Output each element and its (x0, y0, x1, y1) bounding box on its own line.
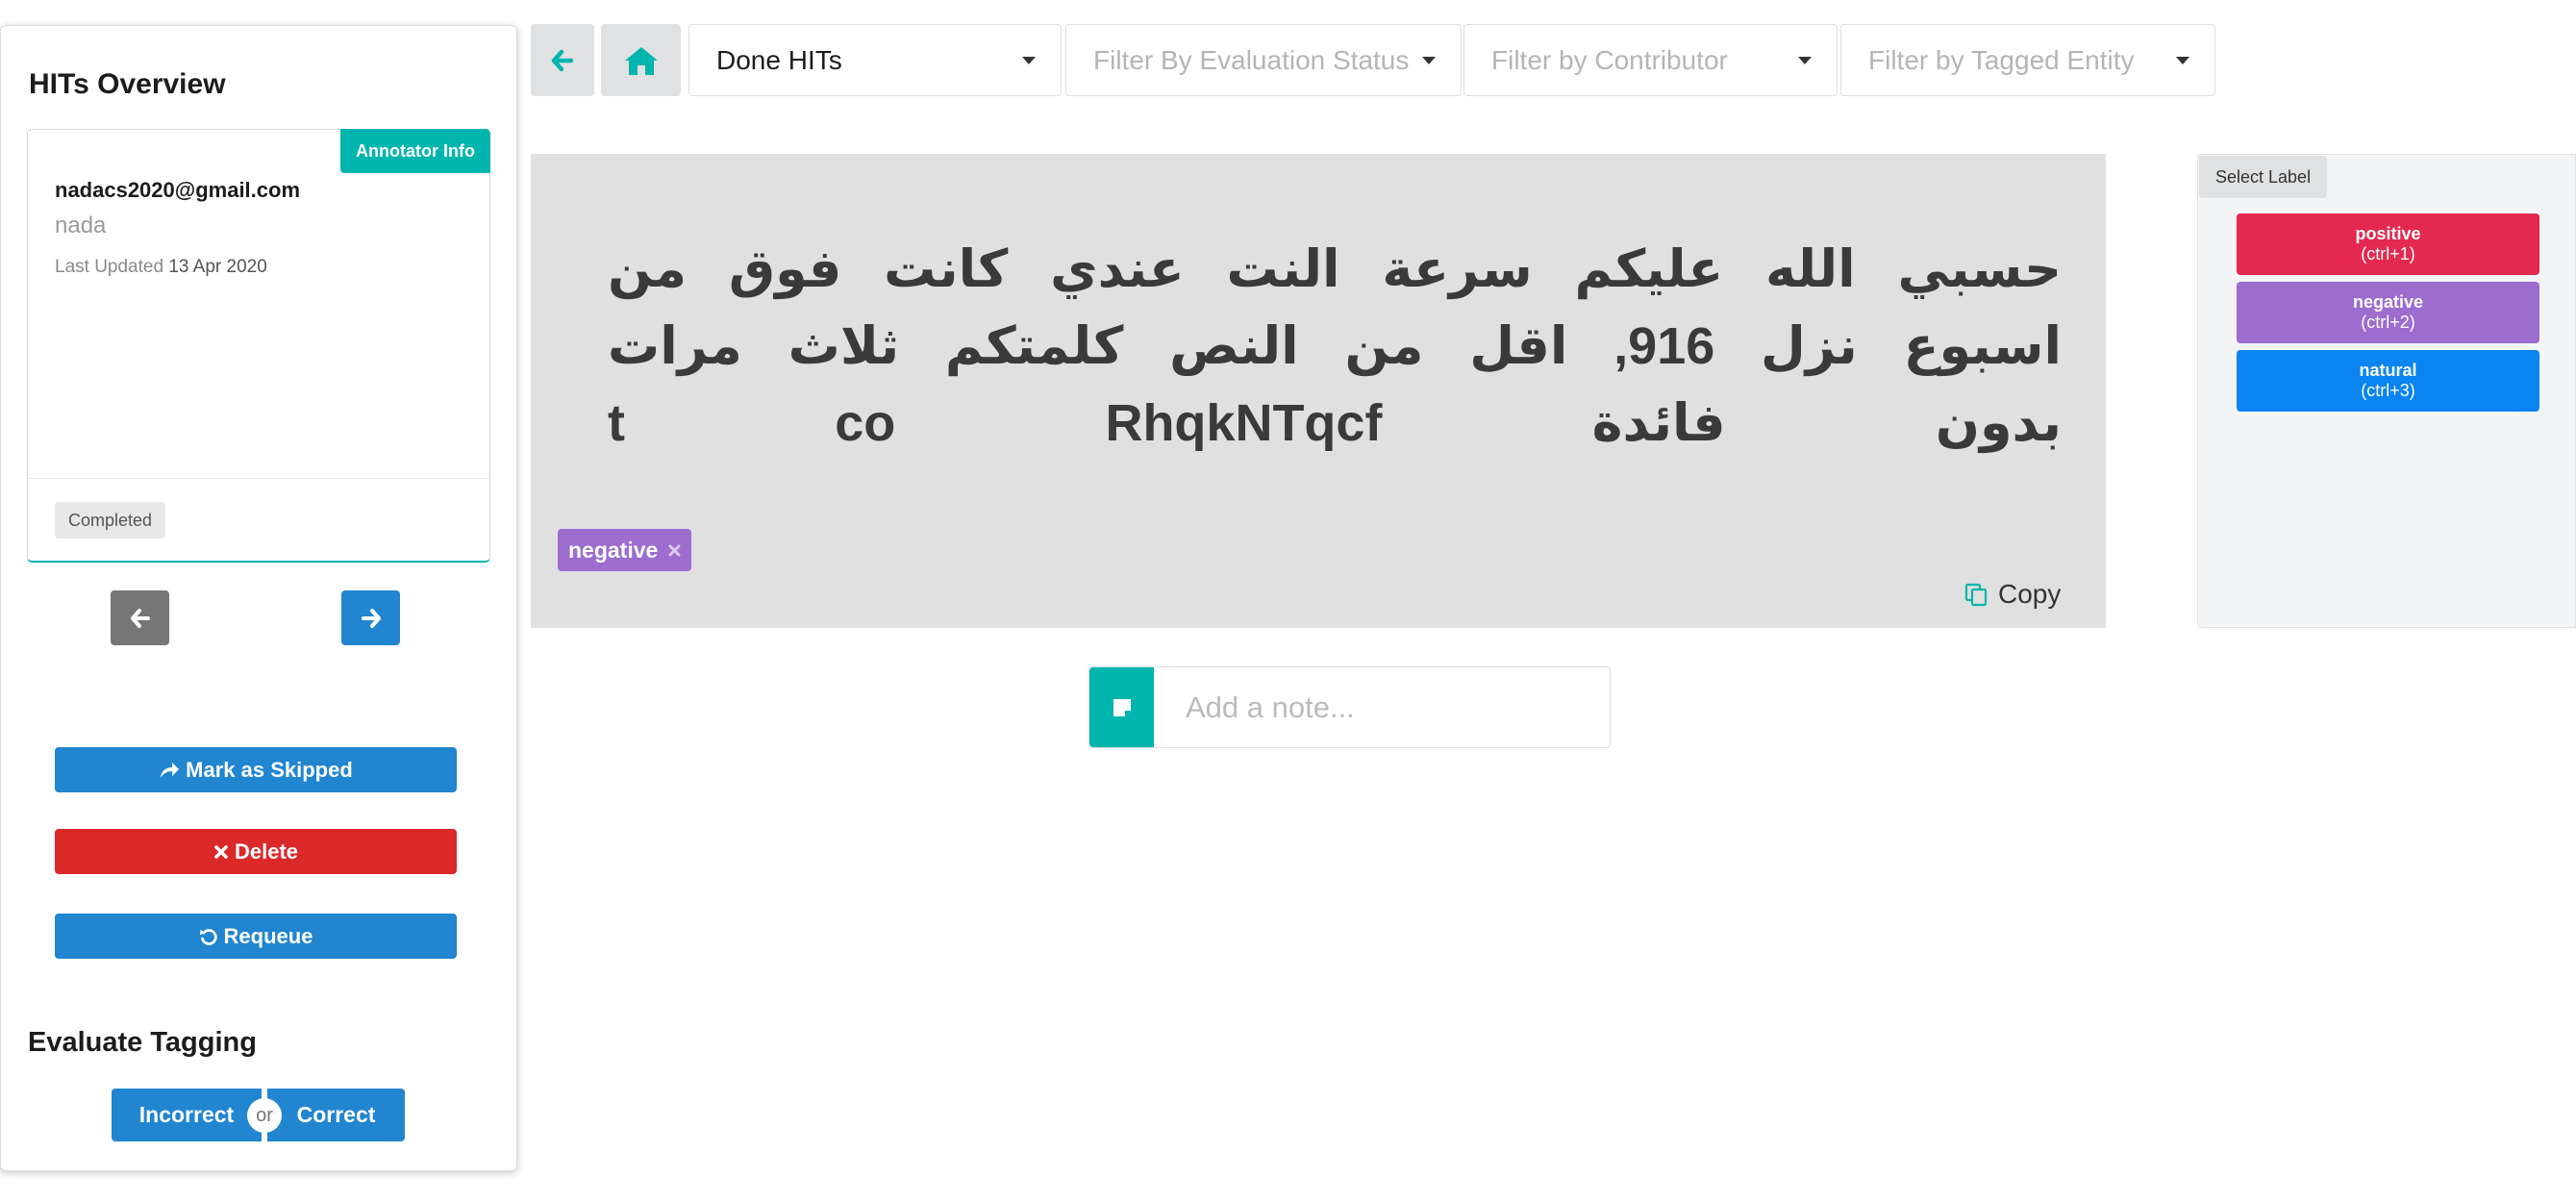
evaluate-tagging-title: Evaluate Tagging (28, 1027, 257, 1058)
mark-skipped-label: Mark as Skipped (186, 757, 353, 782)
label-name: natural (2359, 361, 2417, 380)
evaluation-status-placeholder: Filter By Evaluation Status (1093, 44, 1410, 75)
caret-down-icon (2176, 56, 2189, 64)
annotator-name: nada (55, 213, 107, 238)
close-icon (214, 844, 228, 859)
contributor-filter[interactable]: Filter by Contributor (1463, 24, 1838, 96)
arrow-right-icon (361, 608, 381, 628)
home-button[interactable] (601, 24, 681, 96)
arrow-left-icon (551, 49, 574, 71)
select-label-header: Select Label (2199, 156, 2328, 198)
back-button[interactable] (531, 24, 594, 96)
annotator-card: Annotator Info nadacs2020@gmail.com nada… (27, 129, 490, 563)
copy-button[interactable]: Copy (1963, 579, 2061, 610)
label-name: negative (2352, 292, 2424, 312)
hits-filter-value: Done HITs (716, 44, 842, 75)
share-icon (161, 762, 180, 778)
label-button-positive[interactable]: positive (ctrl+1) (2237, 213, 2539, 275)
label-shortcut: (ctrl+2) (2361, 313, 2415, 332)
tagged-entity-filter[interactable]: Filter by Tagged Entity (1840, 24, 2215, 96)
note-input[interactable] (1154, 667, 1610, 747)
evaluation-status-filter[interactable]: Filter By Evaluation Status (1065, 24, 1462, 96)
caret-down-icon (1022, 56, 1036, 64)
status-badge: Completed (55, 502, 166, 539)
home-icon (624, 46, 658, 75)
or-separator: or (247, 1098, 282, 1133)
caret-down-icon (1422, 56, 1436, 64)
correct-button[interactable]: Correct (267, 1089, 405, 1141)
hits-sidebar: HITs Overview Annotator Info nadacs2020@… (0, 25, 517, 1171)
annotator-info-label: Annotator Info (340, 129, 490, 173)
requeue-button[interactable]: Requeue (55, 914, 457, 959)
last-updated-label: Last Updated (55, 257, 164, 277)
annotator-email: nadacs2020@gmail.com (55, 178, 301, 202)
document-text[interactable]: حسبي الله عليكم سرعة النت عندي كانت فوق … (608, 231, 2062, 462)
copy-icon (1964, 583, 1988, 607)
sidebar-title: HITs Overview (29, 68, 226, 100)
label-panel: Select Label positive (ctrl+1) negative … (2197, 154, 2576, 628)
contributor-filter-placeholder: Filter by Contributor (1491, 44, 1728, 75)
remove-tag-icon[interactable] (667, 543, 682, 558)
delete-button[interactable]: Delete (55, 829, 457, 874)
arrow-left-icon (130, 608, 150, 628)
mark-skipped-button[interactable]: Mark as Skipped (55, 747, 457, 792)
note-box (1088, 666, 1611, 748)
caret-down-icon (1798, 56, 1812, 64)
last-updated-date: 13 Apr 2020 (168, 257, 267, 277)
delete-label: Delete (234, 839, 299, 864)
requeue-label: Requeue (223, 923, 313, 948)
previous-hit-button[interactable] (111, 590, 169, 645)
document-text-area: حسبي الله عليكم سرعة النت عندي كانت فوق … (531, 154, 2106, 628)
tag-chip-negative[interactable]: negative (558, 529, 692, 571)
undo-icon (199, 928, 217, 945)
sticky-note-icon (1089, 667, 1154, 747)
label-button-negative[interactable]: negative (ctrl+2) (2237, 282, 2539, 343)
copy-label: Copy (1998, 579, 2062, 609)
hits-filter-dropdown[interactable]: Done HITs (688, 24, 1062, 96)
tag-label: negative (568, 537, 659, 563)
last-updated: Last Updated 13 Apr 2020 (55, 257, 267, 278)
label-name: positive (2355, 224, 2421, 243)
next-hit-button[interactable] (341, 590, 400, 645)
tagged-entity-filter-placeholder: Filter by Tagged Entity (1868, 44, 2135, 75)
label-button-natural[interactable]: natural (ctrl+3) (2237, 350, 2539, 412)
evaluate-button-group: Incorrect or Correct (112, 1089, 405, 1141)
label-shortcut: (ctrl+1) (2361, 244, 2415, 263)
label-shortcut: (ctrl+3) (2361, 381, 2415, 400)
incorrect-button[interactable]: Incorrect (112, 1089, 262, 1141)
card-divider (28, 478, 489, 479)
